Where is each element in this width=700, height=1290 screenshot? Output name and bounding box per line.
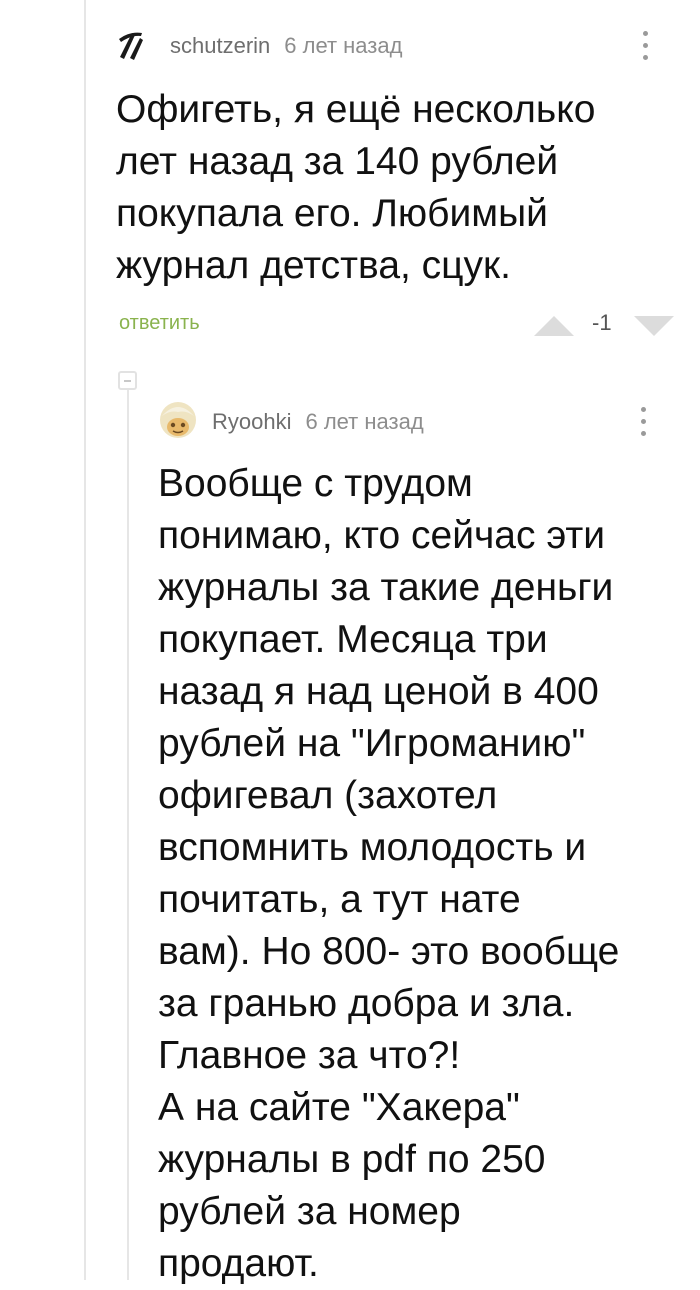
comment-author[interactable]: schutzerin — [170, 33, 270, 59]
comment-body: Вообще с трудом понимаю, кто сейчас эти … — [158, 462, 620, 1285]
reply-button[interactable]: ответить — [119, 312, 200, 335]
vertical-ellipsis-icon[interactable] — [636, 29, 656, 63]
comment-header: Ryoohki 6 лет назад — [158, 400, 424, 445]
comment-author[interactable]: Ryoohki — [212, 409, 291, 435]
cartoon-face-icon[interactable] — [158, 400, 198, 445]
thread-line-reply — [127, 390, 129, 1280]
vertical-ellipsis-icon[interactable] — [634, 405, 654, 439]
comment-header: schutzerin 6 лет назад — [116, 28, 402, 64]
upvote-arrow-icon[interactable] — [534, 316, 574, 336]
comment-body: Офигеть, я ещё несколько лет назад за 14… — [116, 88, 596, 287]
downvote-arrow-icon[interactable] — [634, 316, 674, 336]
thread-line-outer — [84, 0, 86, 1280]
comment-rating: -1 — [534, 308, 684, 342]
comment-time: 6 лет назад — [305, 409, 424, 434]
claw-marks-icon[interactable] — [116, 27, 154, 66]
comment-time: 6 лет назад — [284, 33, 403, 58]
rating-score: -1 — [592, 310, 612, 335]
collapse-thread-button[interactable] — [118, 371, 137, 390]
